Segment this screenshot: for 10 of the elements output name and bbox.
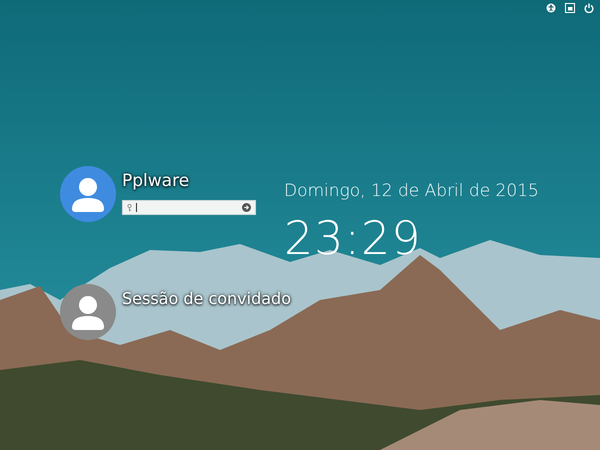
date-text: Domingo, 12 de Abril de 2015 bbox=[284, 181, 539, 201]
avatar-icon[interactable] bbox=[60, 284, 116, 340]
accessibility-icon[interactable] bbox=[546, 3, 556, 13]
key-icon bbox=[127, 204, 132, 212]
arrow-icon[interactable] bbox=[242, 203, 251, 212]
avatar-icon[interactable] bbox=[60, 166, 116, 222]
clock-time: 23:29 bbox=[284, 211, 423, 265]
password-field[interactable] bbox=[122, 200, 256, 215]
power-icon[interactable] bbox=[584, 3, 594, 13]
user-name[interactable]: Pplware bbox=[122, 171, 256, 191]
